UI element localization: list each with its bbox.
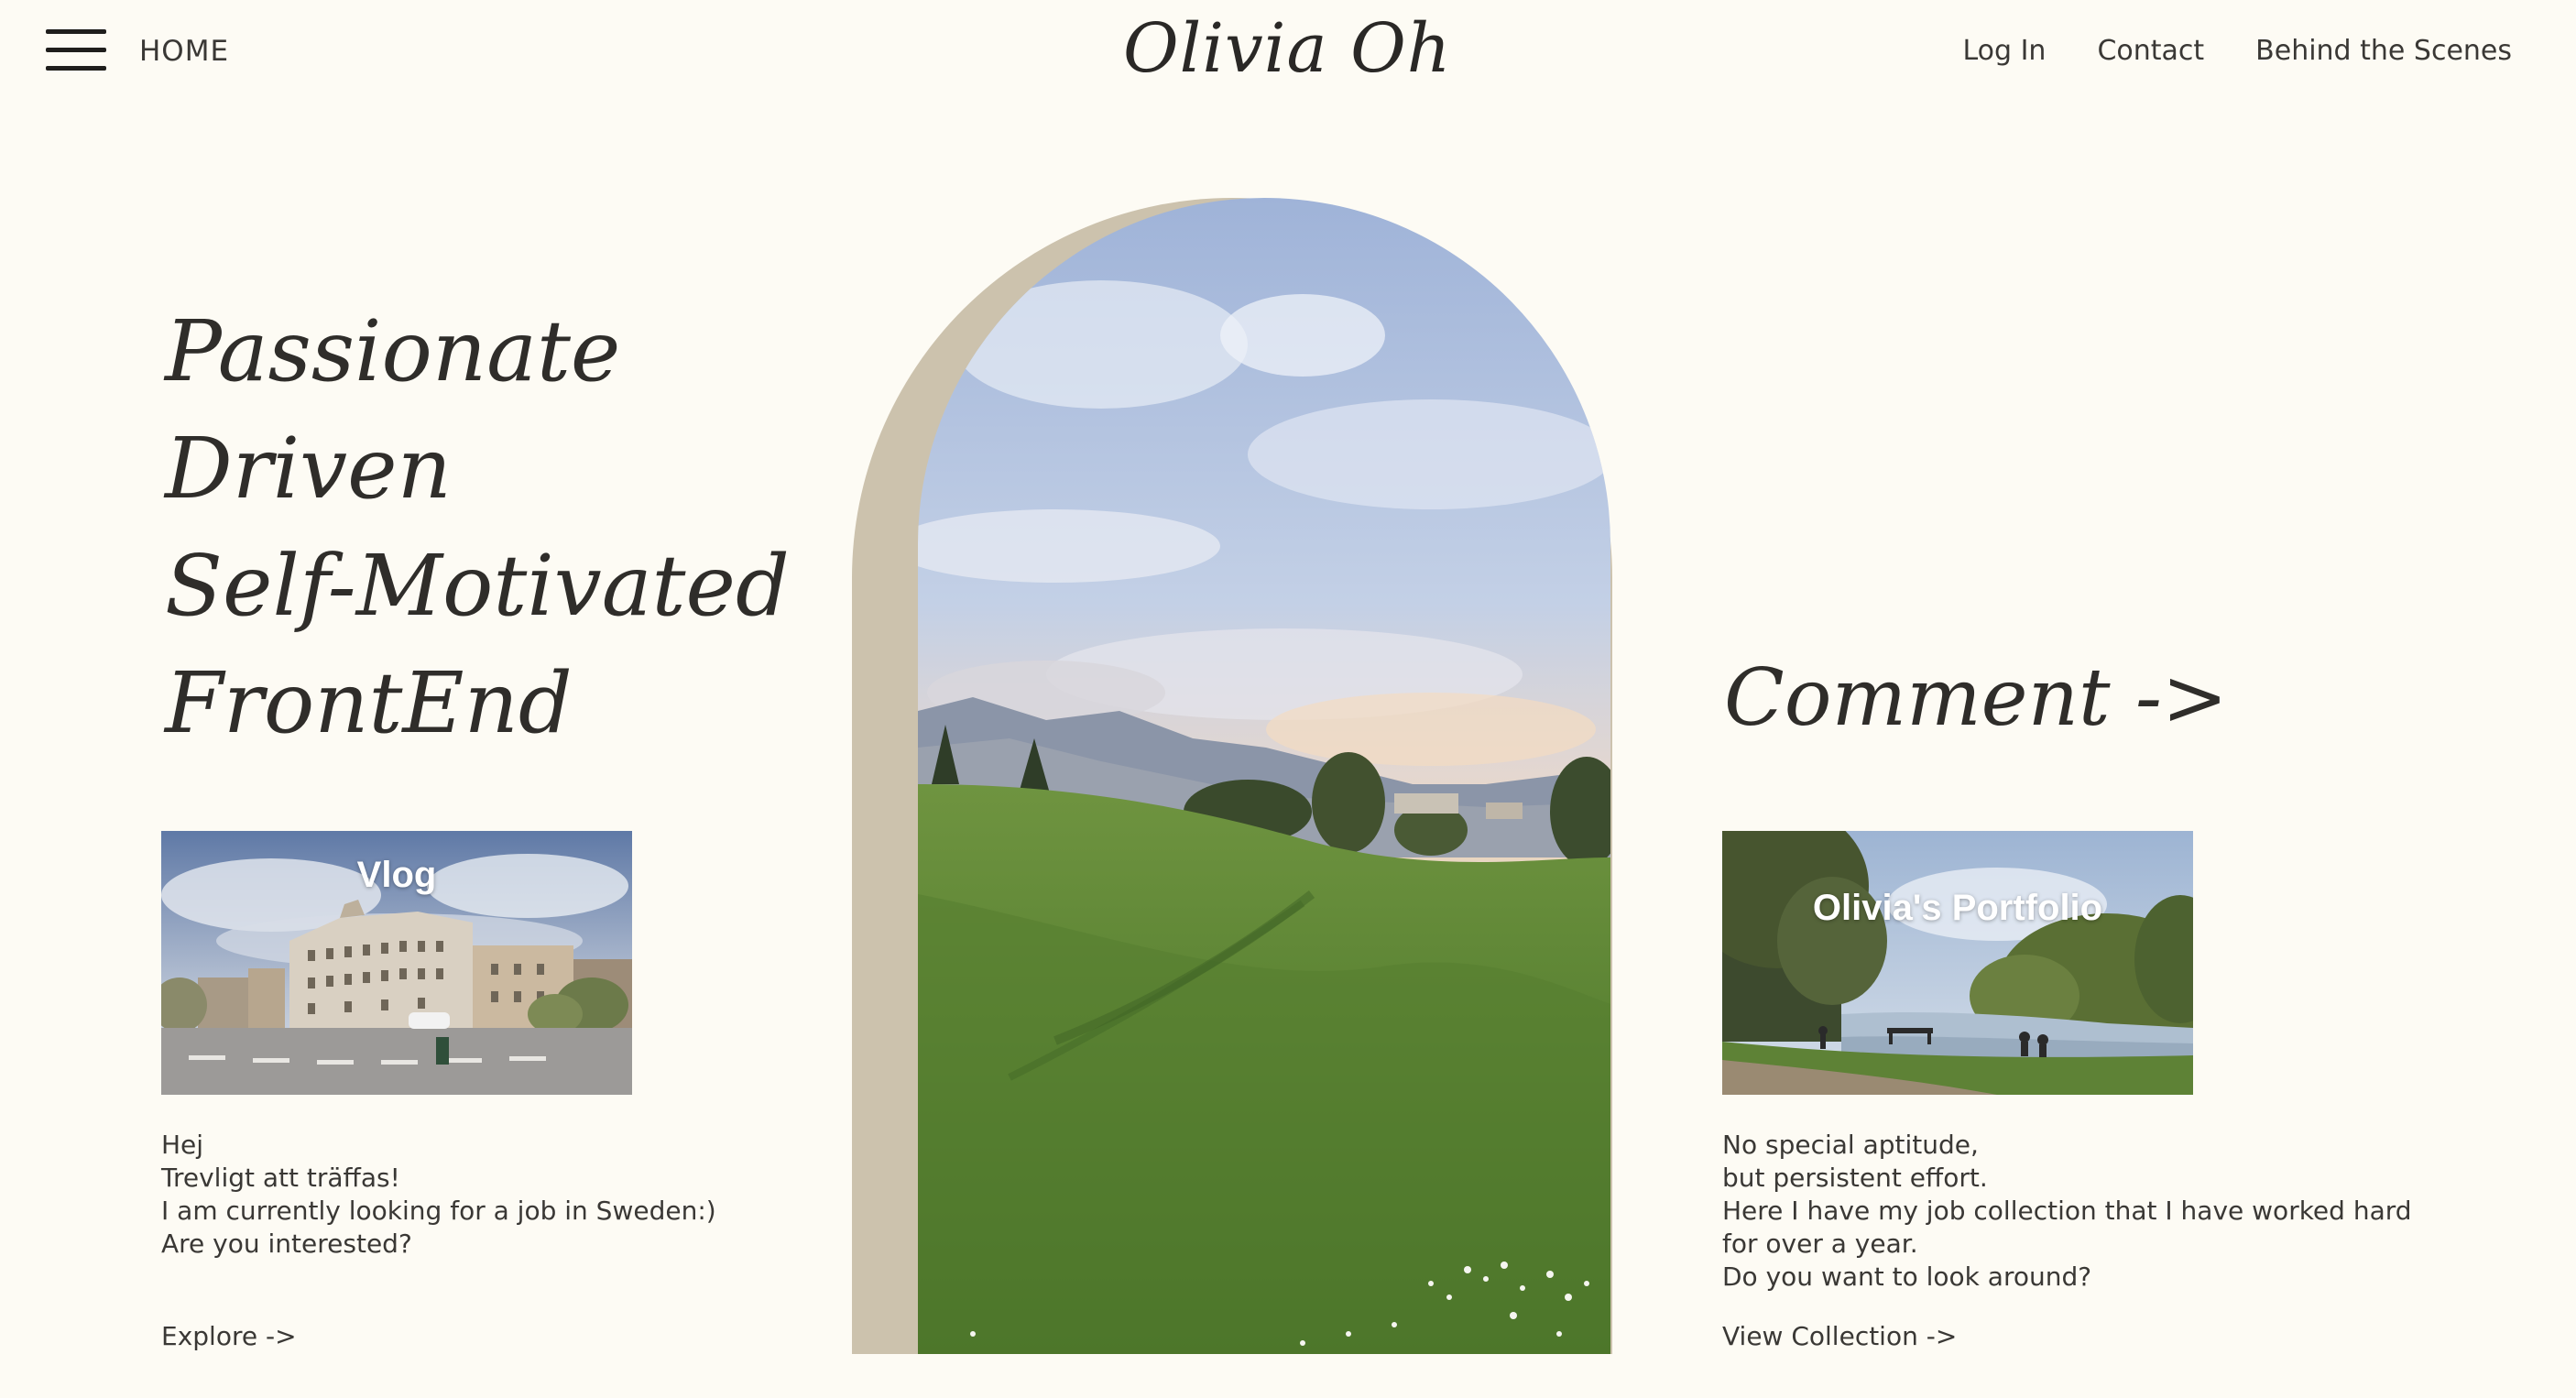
vlog-text-line: Hej [161,1130,204,1160]
portfolio-text-line: Do you want to look around? [1722,1261,2092,1292]
menu-bar-bottom [46,66,106,71]
comment-link[interactable]: Comment -> [1724,652,2228,744]
portfolio-text-line: but persistent effort. [1722,1163,1988,1193]
vlog-text-line: Trevligt att träffas! [161,1163,400,1193]
hamburger-menu-icon[interactable] [46,29,106,71]
top-nav: Log In Contact Behind the Scenes [1962,35,2512,67]
nav-behind-the-scenes[interactable]: Behind the Scenes [2255,35,2512,67]
vlog-text-line: I am currently looking for a job in Swed… [161,1196,716,1226]
vlog-description: Hej Trevligt att träffas! I am currently… [161,1129,729,1261]
tagline-driven: Driven [165,420,452,518]
home-link[interactable]: HOME [139,35,229,68]
nav-log-in[interactable]: Log In [1962,35,2046,67]
vlog-text-line: Are you interested? [161,1229,412,1259]
tagline-frontend: FrontEnd [165,654,573,752]
portfolio-text-line: No special aptitude, [1722,1130,1979,1160]
menu-bar-top [46,29,106,34]
vlog-card-title: Vlog [356,855,437,895]
site-title[interactable]: Olivia Oh [1123,9,1450,88]
portfolio-card[interactable]: Olivia's Portfolio [1722,831,2193,1095]
arch-landscape-photo [918,198,1610,1354]
tagline-self-motivated: Self-Motivated [165,537,790,635]
nav-contact[interactable]: Contact [2097,35,2204,67]
vlog-card[interactable]: Vlog [161,831,632,1095]
landscape-image [918,198,1610,1354]
menu-bar-middle [46,48,106,52]
portfolio-text-line: Here I have my job collection that I hav… [1722,1196,2412,1259]
hero-taglines: Passionate Driven Self-Motivated FrontEn… [165,293,790,762]
explore-link[interactable]: Explore -> [161,1321,297,1351]
portfolio-card-title: Olivia's Portfolio [1812,888,2103,928]
view-collection-link[interactable]: View Collection -> [1722,1321,1957,1351]
tagline-passionate: Passionate [165,302,621,400]
portfolio-photo [1722,831,2193,1095]
portfolio-description: No special aptitude, but persistent effo… [1722,1129,2437,1294]
home-page: HOME Olivia Oh Log In Contact Behind the… [0,0,2576,1398]
